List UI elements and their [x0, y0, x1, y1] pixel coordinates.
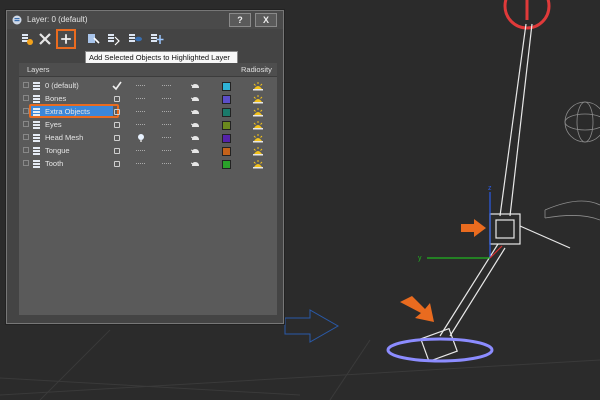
layer-color-swatch[interactable]	[222, 134, 231, 143]
table-header: Layers Radiosity	[19, 63, 277, 77]
render-teapot-icon[interactable]	[191, 122, 200, 128]
layer-table: Layers Radiosity 0 (default) Bones Extra O…	[19, 63, 277, 315]
radiosity-sun-icon[interactable]	[252, 133, 264, 143]
highlight-selected-layer-icon[interactable]	[105, 31, 121, 47]
hide-toggle[interactable]	[136, 85, 145, 86]
current-layer-checkbox[interactable]	[114, 122, 120, 128]
layer-manager-window[interactable]: Layer: 0 (default) ? X Add Selected Obje…	[6, 10, 284, 324]
layer-row[interactable]: Eyes	[19, 119, 277, 131]
render-teapot-icon[interactable]	[191, 148, 200, 154]
layer-color-swatch[interactable]	[222, 160, 231, 169]
freeze-toggle[interactable]	[162, 111, 171, 112]
hide-toggle[interactable]	[136, 111, 145, 112]
current-layer-checkbox[interactable]	[114, 109, 120, 115]
layer-manager-icon	[12, 15, 22, 25]
layer-name[interactable]: Tongue	[45, 146, 70, 155]
radiosity-sun-icon[interactable]	[252, 107, 264, 117]
layer-icon	[33, 134, 40, 142]
layer-row[interactable]: Extra Objects	[19, 104, 277, 118]
layer-icon	[33, 95, 40, 103]
layer-name[interactable]: Bones	[45, 94, 66, 103]
radiosity-column-header[interactable]: Radiosity	[241, 65, 272, 74]
hide-toggle[interactable]	[136, 163, 145, 164]
layer-color-swatch[interactable]	[222, 108, 231, 117]
radiosity-sun-icon[interactable]	[252, 81, 264, 91]
render-teapot-icon[interactable]	[191, 135, 200, 141]
svg-text:y: y	[418, 255, 422, 262]
expand-toggle[interactable]	[23, 134, 29, 140]
layer-icon	[33, 82, 40, 90]
radiosity-sun-icon[interactable]	[252, 146, 264, 156]
current-layer-checkbox[interactable]	[114, 135, 120, 141]
radiosity-sun-icon[interactable]	[252, 159, 264, 169]
layer-name[interactable]: Eyes	[45, 120, 62, 129]
render-teapot-icon[interactable]	[191, 161, 200, 167]
radiosity-sun-icon[interactable]	[252, 120, 264, 130]
expand-toggle[interactable]	[23, 121, 29, 127]
hide-toggle[interactable]	[136, 150, 145, 151]
layer-row[interactable]: 0 (default)	[19, 80, 277, 92]
freeze-toggle[interactable]	[162, 124, 171, 125]
layer-icon	[33, 121, 40, 129]
layer-color-swatch[interactable]	[222, 95, 231, 104]
layer-row[interactable]: Tooth	[19, 158, 277, 170]
render-teapot-icon[interactable]	[191, 96, 200, 102]
radiosity-sun-icon[interactable]	[252, 94, 264, 104]
layer-color-swatch[interactable]	[222, 121, 231, 130]
freeze-toggle[interactable]	[162, 163, 171, 164]
layer-name[interactable]: 0 (default)	[45, 81, 79, 90]
freeze-toggle[interactable]	[162, 150, 171, 151]
highlight-outline	[29, 104, 119, 118]
layer-row[interactable]: Head Mesh	[19, 132, 277, 144]
hide-toggle[interactable]	[136, 98, 145, 99]
layer-color-swatch[interactable]	[222, 82, 231, 91]
layer-name[interactable]: Tooth	[45, 159, 63, 168]
freeze-toggle[interactable]	[162, 137, 171, 138]
layers-column-header[interactable]: Layers	[27, 65, 50, 74]
hide-unhide-all-icon[interactable]	[127, 31, 143, 47]
create-layer-icon[interactable]	[19, 31, 35, 47]
add-selected-objects-button[interactable]	[56, 29, 76, 49]
hide-toggle[interactable]	[136, 124, 145, 125]
close-button[interactable]: X	[255, 13, 277, 27]
expand-toggle[interactable]	[23, 95, 29, 101]
help-button[interactable]: ?	[229, 13, 251, 27]
freeze-toggle[interactable]	[162, 85, 171, 86]
light-bulb-icon[interactable]	[137, 133, 145, 143]
layer-icon	[33, 147, 40, 155]
title-bar[interactable]: Layer: 0 (default) ? X	[7, 11, 283, 29]
layer-name[interactable]: Head Mesh	[45, 133, 83, 142]
current-layer-checkmark-icon[interactable]	[112, 81, 122, 91]
expand-toggle[interactable]	[23, 160, 29, 166]
window-title: Layer: 0 (default)	[27, 15, 88, 24]
expand-toggle[interactable]	[23, 147, 29, 153]
select-objects-in-layer-icon[interactable]	[85, 31, 101, 47]
current-layer-checkbox[interactable]	[114, 161, 120, 167]
expand-toggle[interactable]	[23, 82, 29, 88]
layer-color-swatch[interactable]	[222, 147, 231, 156]
current-layer-checkbox[interactable]	[114, 148, 120, 154]
render-teapot-icon[interactable]	[191, 83, 200, 89]
svg-text:z: z	[488, 185, 492, 192]
delete-layer-icon[interactable]	[37, 31, 53, 47]
layer-icon	[33, 160, 40, 168]
layer-row[interactable]: Tongue	[19, 145, 277, 157]
freeze-toggle[interactable]	[162, 98, 171, 99]
freeze-unfreeze-all-icon[interactable]	[149, 31, 165, 47]
render-teapot-icon[interactable]	[191, 109, 200, 115]
layer-toolbar	[13, 29, 277, 53]
current-layer-checkbox[interactable]	[114, 96, 120, 102]
